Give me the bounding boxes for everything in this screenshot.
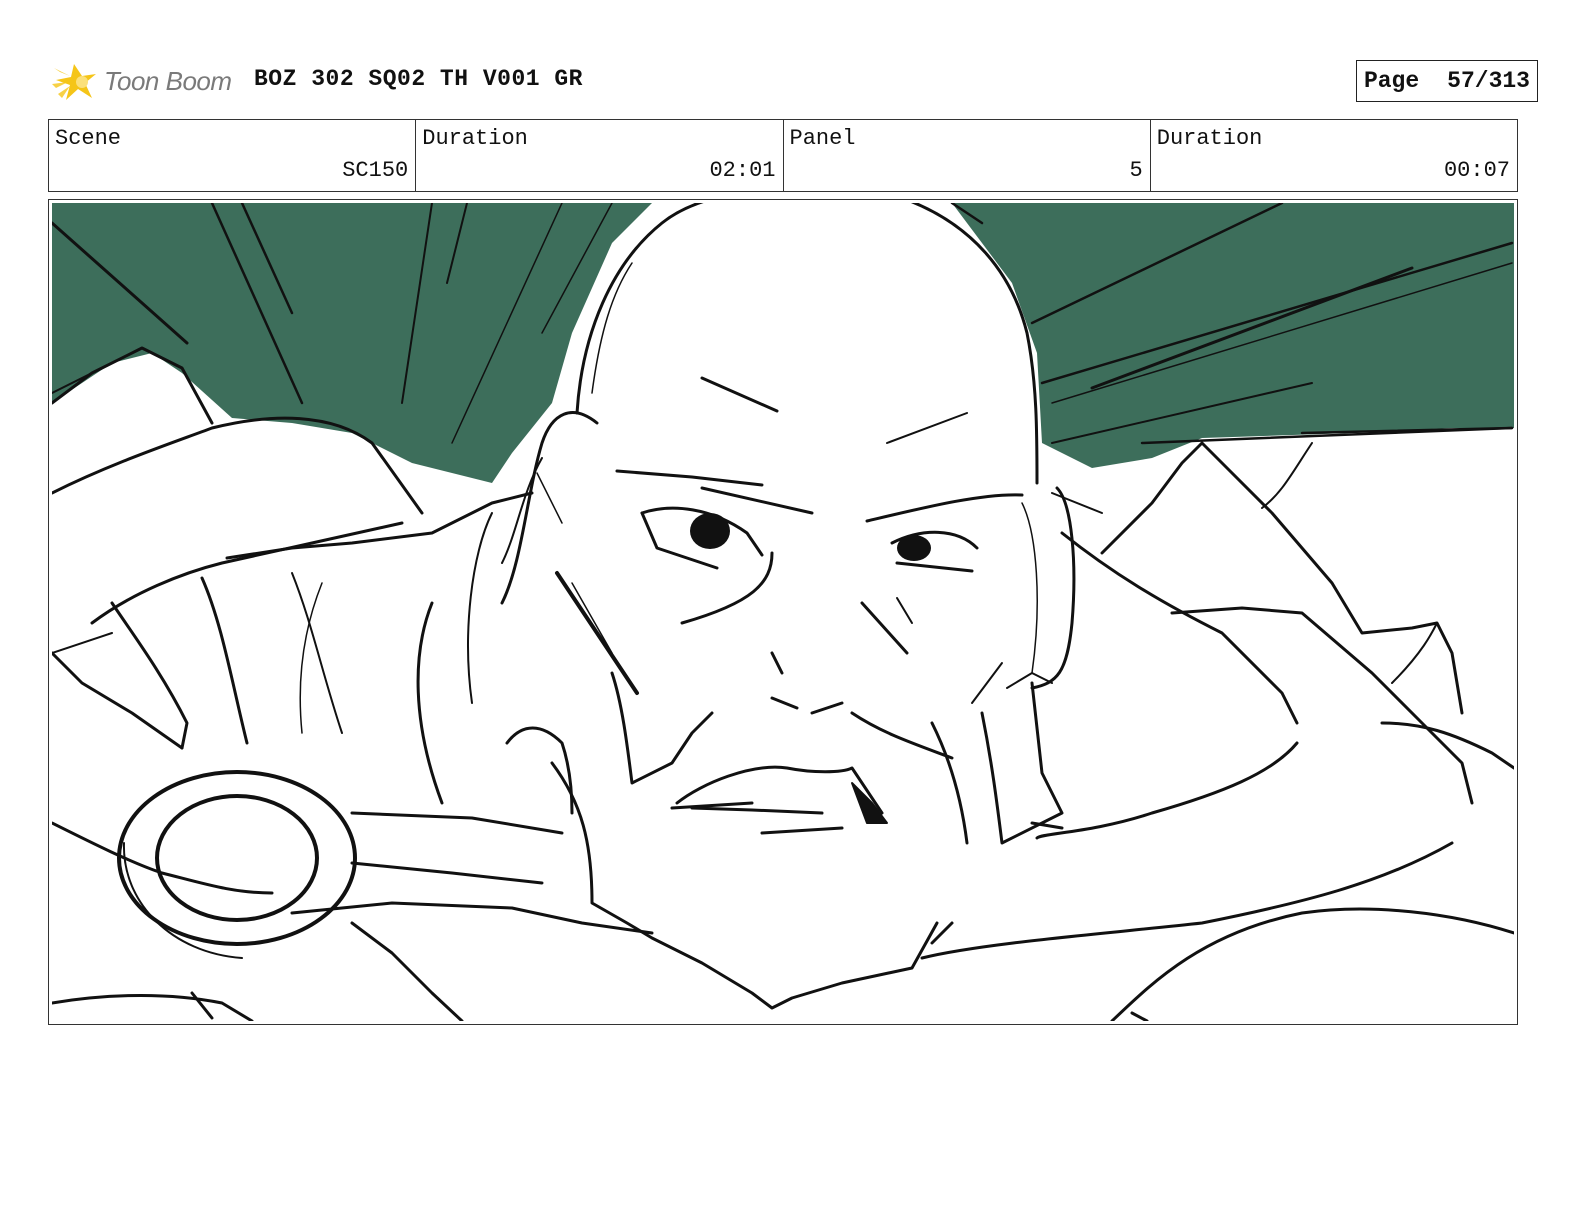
- page-header: Toon Boom BOZ 302 SQ02 TH V001 GR Page 5…: [48, 56, 1538, 106]
- panel-duration-value: 00:07: [1443, 158, 1510, 183]
- panel-duration-cell: Duration 00:07: [1151, 120, 1517, 191]
- page-indicator: Page 57/313: [1355, 60, 1538, 102]
- page-label: Page: [1363, 68, 1420, 94]
- scene-value: SC150: [342, 158, 409, 183]
- toon-boom-star-logo-icon: [52, 64, 96, 100]
- scene-duration-value: 02:01: [709, 158, 776, 183]
- storyboard-sketch: [52, 203, 1514, 1021]
- toon-boom-logo: Toon Boom: [52, 56, 252, 106]
- scene-duration-cell: Duration 02:01: [416, 120, 784, 191]
- sketch-drawing: [52, 203, 1514, 1021]
- panel-cell: Panel 5: [784, 120, 1151, 191]
- page-number: 57/313: [1447, 68, 1530, 94]
- scene-duration-label: Duration: [422, 126, 528, 151]
- scene-label: Scene: [55, 126, 122, 151]
- document-title: BOZ 302 SQ02 TH V001 GR: [254, 66, 583, 92]
- panel-label: Panel: [789, 126, 856, 151]
- logo-text: Toon Boom: [104, 65, 232, 96]
- scene-cell: Scene SC150: [49, 120, 417, 191]
- panel-info-table: Scene SC150 Duration 02:01 Panel 5 Durat…: [48, 119, 1518, 192]
- panel-duration-label: Duration: [1156, 126, 1263, 151]
- storyboard-panel-frame: [48, 199, 1518, 1025]
- green-sky-left: [52, 203, 652, 483]
- panel-value: 5: [1129, 158, 1143, 183]
